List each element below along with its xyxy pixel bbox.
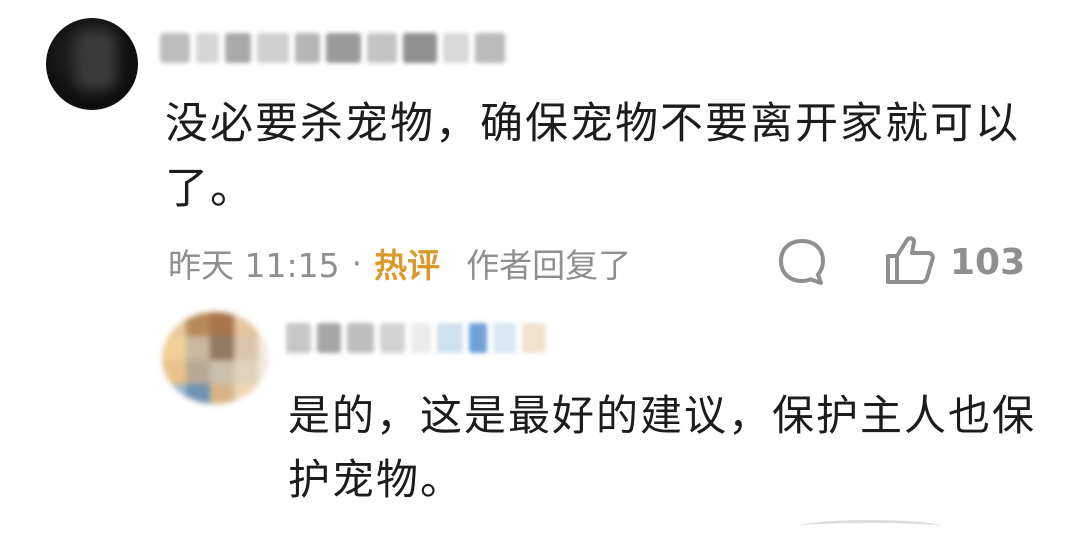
avatar-pixel [234,336,258,360]
blurred-name-block [317,323,341,353]
commenter-avatar[interactable] [46,18,138,110]
meta-separator: · [351,243,363,283]
blurred-name-block [195,33,219,63]
blurred-name-block [437,323,463,353]
comment-text: 没必要杀宠物，确保宠物不要离开家就可以了。 [165,99,1020,214]
avatar-pixel [234,312,258,336]
avatar-pixel [186,360,210,384]
avatar-pixel [210,384,234,404]
avatar-pixel [234,360,258,384]
comment-time: 昨天 11:15 [168,246,340,285]
blurred-name-block [492,323,517,353]
blurred-name-block [442,33,470,63]
replier-name-blurred[interactable] [286,318,547,358]
blurred-name-block [286,323,312,353]
avatar-pixel [162,336,186,360]
avatar-pixel [210,336,234,360]
commenter-name-blurred[interactable] [160,30,505,66]
author-replied-label: 作者回复了 [466,246,632,285]
blurred-name-block [295,33,320,63]
hot-comment-badge: 热评 [374,246,441,285]
comment-meta: 昨天 11:15 · 热评 作者回复了 [168,238,631,288]
speech-bubble-icon[interactable] [776,236,828,288]
blurred-name-block [325,33,362,63]
blurred-name-block [257,33,290,63]
blurred-name-block [367,33,398,63]
blurred-name-block [380,323,406,353]
avatar-pixel [186,312,210,336]
avatar-pixel [186,384,210,404]
blurred-name-block [346,323,375,353]
blurred-name-block [522,323,547,353]
blurred-name-block [475,33,505,63]
blurred-name-block [411,323,432,353]
blurred-name-block [468,323,487,353]
like-count: 103 [950,242,1026,283]
avatar-pixel [210,312,234,336]
avatar-image [76,30,116,90]
avatar-pixel [162,384,186,404]
avatar-pixel [234,384,258,404]
avatar-pixel [162,360,186,384]
blurred-name-block [403,33,437,63]
blurred-name-block [160,33,190,63]
blurred-name-block [224,33,252,63]
next-item-edge [800,520,940,533]
avatar-pixel [186,336,210,360]
thumbs-up-icon[interactable] [882,232,938,288]
avatar-pixel [210,360,234,384]
replier-avatar[interactable] [162,312,268,404]
reply-text: 是的，这是最好的建议，保护主人也保护宠物。 [288,391,1037,504]
avatar-pixel [162,312,186,336]
